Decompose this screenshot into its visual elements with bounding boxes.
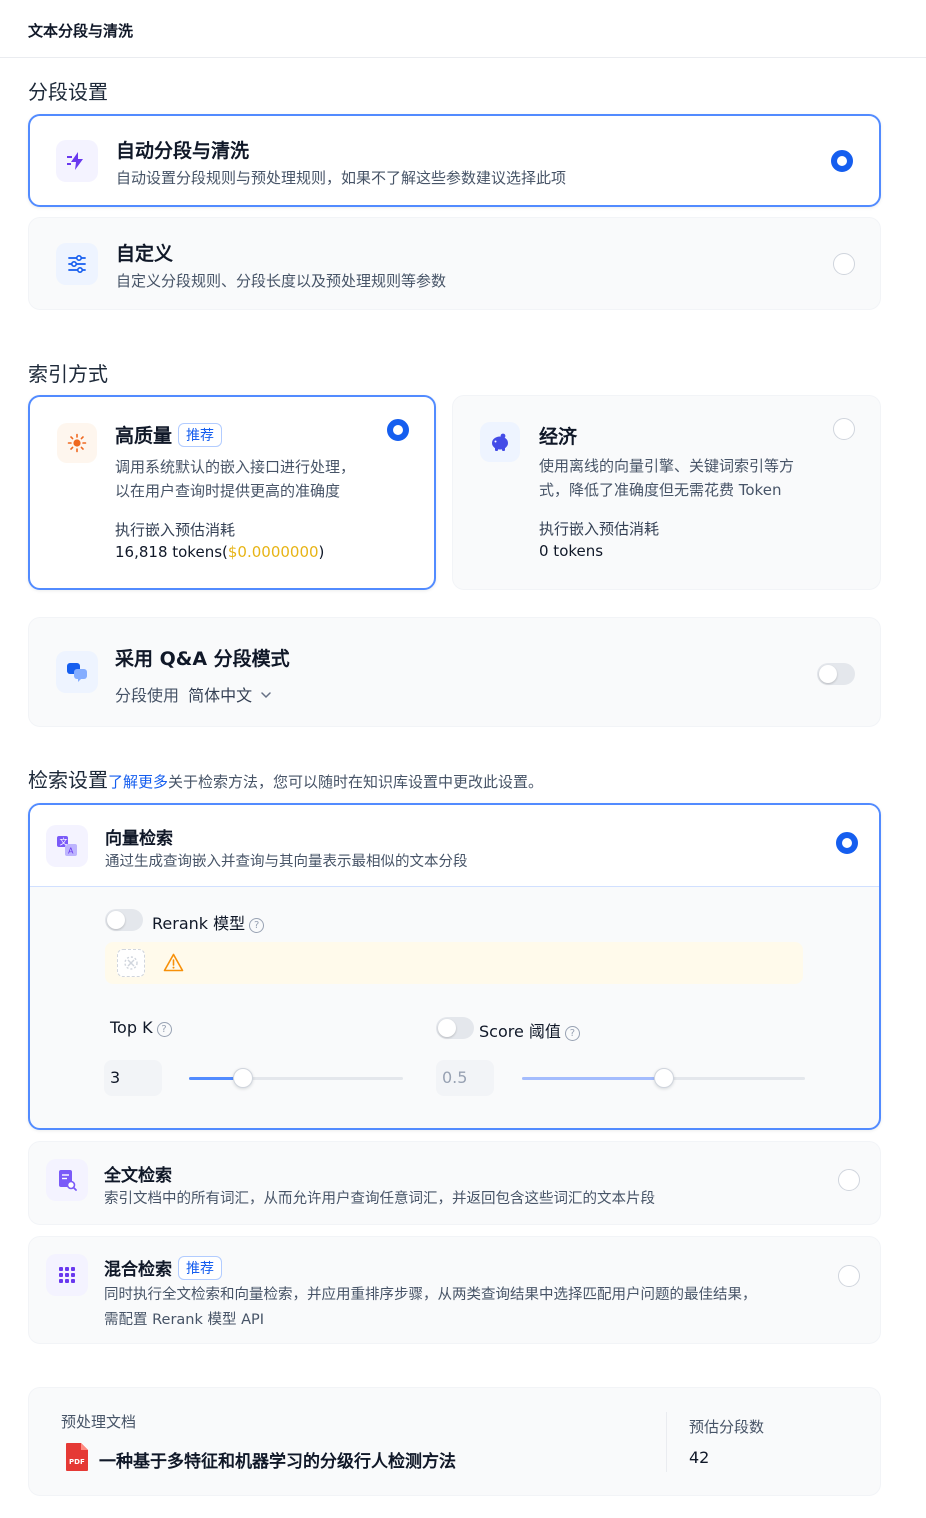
- fulltext-search-desc: 索引文档中的所有词汇，从而允许用户查询任意词汇，并返回包含这些词汇的文本片段: [104, 1191, 655, 1207]
- high-quality-title-text: 高质量: [115, 425, 173, 447]
- custom-segment-title: 自定义: [116, 243, 174, 265]
- fulltext-search-title: 全文检索: [104, 1166, 172, 1186]
- custom-segment-radio[interactable]: [833, 253, 855, 275]
- topk-label: Top K?: [110, 1018, 172, 1037]
- economy-desc-2: 式，降低了准确度但无需花费 Token: [539, 481, 782, 499]
- score-slider-thumb[interactable]: [653, 1068, 674, 1088]
- custom-segment-option[interactable]: 自定义 自定义分段规则、分段长度以及预处理规则等参数: [28, 217, 881, 310]
- piggy-bank-icon: [480, 422, 520, 462]
- vector-search-title: 向量检索: [105, 829, 173, 849]
- topk-label-text: Top K: [110, 1018, 153, 1037]
- score-slider-fill: [522, 1077, 664, 1080]
- qa-language-select[interactable]: 分段使用 简体中文: [115, 682, 271, 706]
- pdf-file-icon: PDF: [65, 1442, 89, 1472]
- segment-count-label: 预估分段数: [689, 1418, 765, 1436]
- qa-mode-toggle[interactable]: [817, 663, 855, 685]
- learn-more-link[interactable]: 了解更多: [108, 773, 168, 791]
- auto-segment-desc: 自动设置分段规则与预处理规则，如果不了解这些参数建议选择此项: [116, 169, 567, 187]
- custom-segment-desc: 自定义分段规则、分段长度以及预处理规则等参数: [116, 272, 447, 290]
- help-icon[interactable]: ?: [156, 1022, 172, 1037]
- chat-bubble-icon: [56, 651, 98, 693]
- fulltext-search-option[interactable]: 全文检索 索引文档中的所有词汇，从而允许用户查询任意词汇，并返回包含这些词汇的文…: [28, 1141, 881, 1225]
- high-quality-option[interactable]: 高质量 推荐 调用系统默认的嵌入接口进行处理， 以在用户查询时提供更高的准确度 执…: [28, 395, 436, 590]
- high-quality-cost-value: 16,818 tokens($0.0000000): [115, 543, 324, 561]
- qa-language-prefix: 分段使用: [115, 686, 180, 705]
- page-title: 文本分段与清洗: [28, 22, 134, 40]
- high-quality-desc-2: 以在用户查询时提供更高的准确度: [115, 482, 341, 500]
- rerank-label-text: Rerank 模型: [152, 914, 246, 933]
- model-placeholder-icon: [117, 949, 145, 977]
- hybrid-search-radio[interactable]: [838, 1265, 860, 1287]
- auto-segment-option[interactable]: 自动分段与清洗 自动设置分段规则与预处理规则，如果不了解这些参数建议选择此项: [28, 114, 881, 207]
- segment-count-value: 42: [689, 1448, 710, 1467]
- qa-mode-card: 采用 Q&A 分段模式 分段使用 简体中文: [28, 617, 881, 727]
- vector-search-radio[interactable]: [836, 832, 858, 854]
- token-count: 16,818 tokens(: [115, 543, 228, 561]
- score-threshold-label-text: Score 阈值: [479, 1022, 561, 1041]
- economy-desc-1: 使用离线的向量引擎、关键词索引等方: [539, 457, 795, 475]
- hybrid-search-desc-1: 同时执行全文检索和向量检索，并应用重排序步骤，从两类查询结果中选择匹配用户问题的…: [104, 1287, 757, 1303]
- score-threshold-slider[interactable]: [522, 1068, 805, 1088]
- retrieval-hint: 关于检索方法，您可以随时在知识库设置中更改此设置。: [168, 773, 544, 791]
- retrieval-section-title: 检索设置: [28, 768, 108, 792]
- economy-cost-value: 0 tokens: [539, 542, 604, 560]
- qa-language-value: 简体中文: [188, 686, 253, 705]
- auto-segment-radio[interactable]: [831, 150, 853, 172]
- topk-slider-thumb[interactable]: [232, 1068, 253, 1088]
- retrieval-header: 检索设置了解更多关于检索方法，您可以随时在知识库设置中更改此设置。: [28, 764, 543, 793]
- high-quality-radio[interactable]: [387, 419, 409, 441]
- score-threshold-input[interactable]: 0.5: [436, 1060, 494, 1096]
- sliders-icon: [56, 243, 98, 285]
- recommended-badge: 推荐: [178, 423, 223, 447]
- economy-cost-label: 执行嵌入预估消耗: [539, 520, 660, 538]
- hybrid-search-title: 混合检索 推荐: [104, 1255, 222, 1280]
- preprocess-doc-name[interactable]: 一种基于多特征和机器学习的分级行人检测方法: [99, 1447, 456, 1472]
- page-header: 文本分段与清洗: [0, 0, 926, 58]
- translate-icon: 文A: [46, 825, 88, 867]
- sun-icon: [57, 423, 97, 463]
- svg-text:文: 文: [60, 837, 68, 847]
- economy-title: 经济: [539, 426, 578, 448]
- lightning-icon: [56, 140, 98, 182]
- segmentation-section-title: 分段设置: [28, 80, 108, 104]
- help-icon[interactable]: ?: [564, 1026, 580, 1041]
- rerank-label: Rerank 模型?: [152, 910, 265, 934]
- qa-mode-title: 采用 Q&A 分段模式: [115, 648, 290, 670]
- economy-option[interactable]: 经济 使用离线的向量引擎、关键词索引等方 式，降低了准确度但无需花费 Token…: [452, 395, 881, 590]
- token-price: $0.0000000: [227, 543, 319, 561]
- score-threshold-toggle[interactable]: [436, 1017, 474, 1039]
- token-paren-close: ): [318, 543, 325, 561]
- help-icon[interactable]: ?: [249, 918, 265, 933]
- fulltext-search-radio[interactable]: [838, 1169, 860, 1191]
- rerank-toggle[interactable]: [105, 909, 143, 931]
- preview-summary-card: 预处理文档 PDF 一种基于多特征和机器学习的分级行人检测方法 预估分段数 42: [28, 1387, 881, 1496]
- vector-search-desc: 通过生成查询嵌入并查询与其向量表示最相似的文本分段: [105, 854, 468, 870]
- auto-segment-title: 自动分段与清洗: [116, 140, 250, 162]
- hybrid-search-desc-2: 需配置 Rerank 模型 API: [104, 1312, 265, 1328]
- high-quality-desc-1: 调用系统默认的嵌入接口进行处理，: [115, 458, 356, 476]
- topk-slider[interactable]: [189, 1068, 403, 1088]
- warning-icon: [163, 953, 184, 976]
- recommended-badge: 推荐: [178, 1256, 222, 1280]
- high-quality-title: 高质量 推荐: [115, 421, 223, 448]
- chevron-down-icon: [261, 684, 271, 703]
- hybrid-search-title-text: 混合检索: [104, 1260, 172, 1280]
- high-quality-cost-label: 执行嵌入预估消耗: [115, 521, 236, 539]
- score-threshold-label: Score 阈值?: [479, 1018, 580, 1042]
- preprocess-doc-label: 预处理文档: [61, 1413, 137, 1431]
- svg-text:A: A: [68, 847, 74, 856]
- grid-icon: [46, 1254, 88, 1296]
- vector-search-option[interactable]: 文A 向量检索 通过生成查询嵌入并查询与其向量表示最相似的文本分段 Rerank…: [28, 803, 881, 1130]
- topk-input[interactable]: 3: [104, 1060, 162, 1096]
- economy-radio[interactable]: [833, 418, 855, 440]
- index-section-title: 索引方式: [28, 362, 108, 386]
- rerank-model-warning[interactable]: [105, 942, 803, 984]
- document-search-icon: [46, 1159, 88, 1201]
- divider: [666, 1412, 667, 1472]
- svg-text:PDF: PDF: [69, 1458, 85, 1466]
- hybrid-search-option[interactable]: 混合检索 推荐 同时执行全文检索和向量检索，并应用重排序步骤，从两类查询结果中选择…: [28, 1236, 881, 1344]
